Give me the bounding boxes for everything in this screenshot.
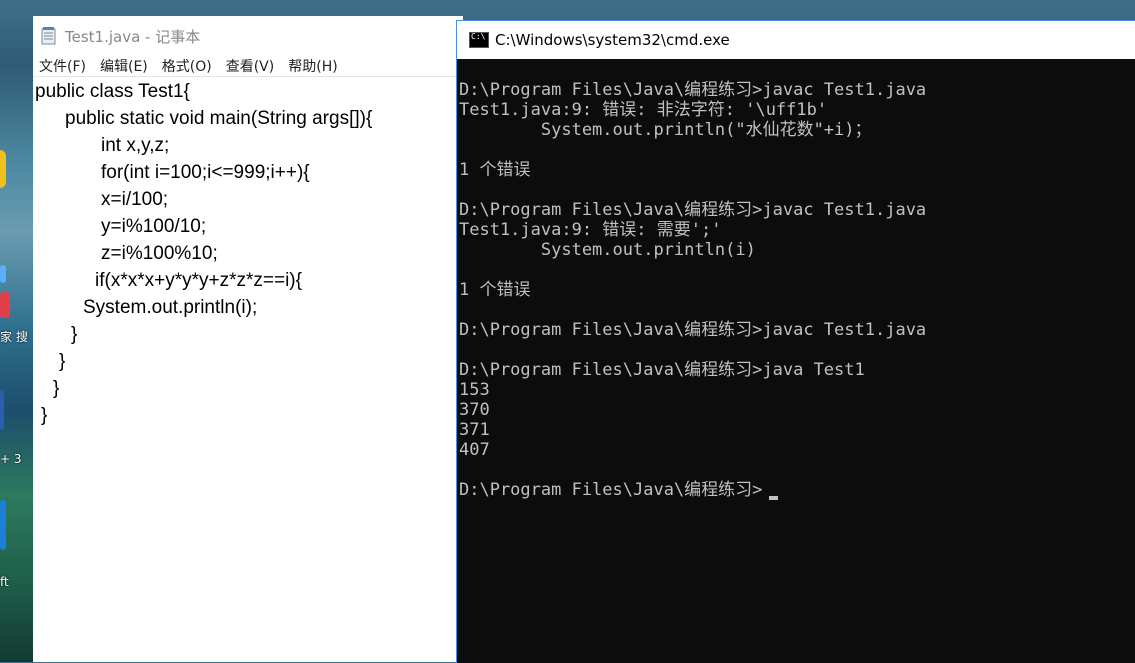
code-line: System.out.println(i); — [83, 297, 258, 318]
console-line: 370 — [459, 400, 490, 420]
console-line: Test1.java:9: 错误: 非法字符: '\uff1b' — [459, 100, 828, 120]
code-line: } — [53, 378, 60, 399]
code-line: } — [41, 405, 48, 426]
cmd-title: C:\Windows\system32\cmd.exe — [495, 31, 730, 49]
console-cursor — [769, 496, 778, 500]
desktop-app-icon[interactable] — [0, 292, 10, 318]
menu-view[interactable]: 查看(V) — [226, 56, 275, 76]
console-line: D:\Program Files\Java\编程练习>javac Test1.j… — [459, 80, 927, 100]
notepad-text-area[interactable]: public class Test1{ public static void m… — [33, 77, 463, 663]
console-line: Test1.java:9: 错误: 需要';' — [459, 220, 722, 240]
code-line: if(x*x*x+y*y*y+z*z*z==i){ — [95, 270, 302, 291]
console-line: 407 — [459, 440, 490, 460]
code-line: x=i/100; — [101, 189, 169, 210]
cmd-window[interactable]: C:\ C:\Windows\system32\cmd.exe D:\Progr… — [456, 20, 1135, 663]
console-line: D:\Program Files\Java\编程练习>javac Test1.j… — [459, 200, 927, 220]
desktop-strip: 家 搜 + 3 ft — [0, 0, 33, 662]
console-prompt: D:\Program Files\Java\编程练习> — [459, 480, 763, 500]
code-line: } — [59, 351, 66, 372]
code-line: public class Test1{ — [35, 81, 190, 102]
console-line: 1 个错误 — [459, 280, 531, 300]
menu-format[interactable]: 格式(O) — [162, 56, 212, 76]
cmd-console[interactable]: D:\Program Files\Java\编程练习>javac Test1.j… — [457, 59, 1135, 663]
menu-file[interactable]: 文件(F) — [39, 56, 86, 76]
code-line: public static void main(String args[]){ — [65, 108, 373, 129]
desktop-app-icon[interactable] — [0, 150, 6, 188]
menu-edit[interactable]: 编辑(E) — [100, 56, 148, 76]
console-line: System.out.println("水仙花数"+i)； — [459, 120, 872, 140]
desktop-label: + 3 — [0, 452, 22, 466]
notepad-window[interactable]: Test1.java - 记事本 文件(F) 编辑(E) 格式(O) 查看(V)… — [33, 16, 463, 662]
console-line: D:\Program Files\Java\编程练习>java Test1 — [459, 360, 865, 380]
code-line: z=i%100%10; — [101, 243, 218, 264]
console-line: System.out.println(i) — [459, 240, 756, 260]
desktop-app-icon[interactable] — [0, 390, 4, 430]
desktop-label: 家 搜 — [0, 330, 28, 344]
code-line: int x,y,z; — [101, 135, 170, 156]
notepad-title: Test1.java - 记事本 — [65, 27, 201, 46]
cmd-titlebar[interactable]: C:\ C:\Windows\system32\cmd.exe — [457, 21, 1135, 59]
console-line: 371 — [459, 420, 490, 440]
console-line: 1 个错误 — [459, 160, 531, 180]
notepad-titlebar[interactable]: Test1.java - 记事本 — [33, 16, 463, 56]
code-line: } — [71, 324, 78, 345]
code-line: y=i%100/10; — [101, 216, 207, 237]
console-line: D:\Program Files\Java\编程练习>javac Test1.j… — [459, 320, 927, 340]
desktop-app-icon[interactable] — [0, 265, 6, 283]
desktop-label: ft — [0, 575, 9, 589]
code-line: for(int i=100;i<=999;i++){ — [101, 162, 310, 183]
cmd-icon: C:\ — [469, 32, 489, 48]
notepad-icon — [41, 27, 56, 45]
menu-help[interactable]: 帮助(H) — [288, 56, 337, 76]
console-line: 153 — [459, 380, 490, 400]
desktop-app-icon[interactable] — [0, 500, 6, 550]
notepad-menubar: 文件(F) 编辑(E) 格式(O) 查看(V) 帮助(H) — [33, 56, 463, 77]
